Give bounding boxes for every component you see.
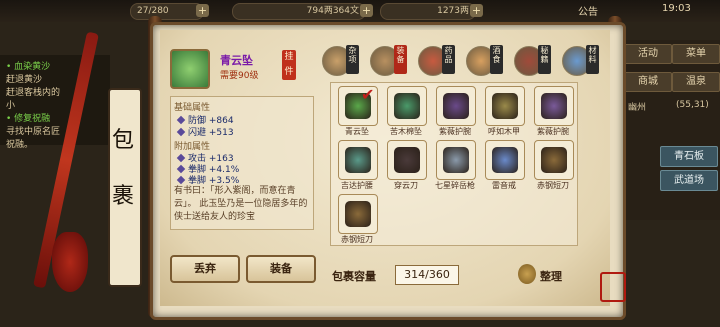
base-stat-dodge: 闪避 +513: [176, 125, 234, 138]
bag-icon: [518, 264, 536, 284]
capacity-label: 包裹容量: [332, 270, 376, 283]
selected-item-name: 青云坠: [220, 54, 253, 67]
inventory-slot[interactable]: [436, 140, 476, 180]
item-name-label: 青云坠: [345, 127, 369, 136]
location-name: 幽州: [628, 103, 647, 113]
item-icon: [443, 147, 469, 173]
item-icon: [492, 147, 518, 173]
inventory-slot[interactable]: [485, 140, 525, 180]
stat-bullet-icon: [176, 164, 186, 174]
item-name-label: 赤钢短刀: [341, 235, 373, 244]
inventory-slot[interactable]: [338, 140, 378, 180]
category-tab[interactable]: 药品: [442, 45, 455, 74]
item-description: 有书曰：「形入紫阁，而意在青云」。 此玉坠乃是一位隐居多年的侠士送给友人的珍宝: [174, 186, 308, 222]
item-name-label: 吉达护腰: [341, 181, 373, 190]
quest-line: 祝融。: [6, 140, 34, 150]
item-icon: [345, 201, 371, 227]
inventory-slot[interactable]: [387, 86, 427, 126]
drop-button[interactable]: 丢弃: [170, 255, 240, 283]
category-tab[interactable]: 材料: [586, 45, 599, 74]
quest-line: 寻找中原名匠: [6, 127, 61, 137]
category-tab[interactable]: 秘籍: [538, 45, 551, 74]
stat-bullet-icon: [176, 127, 186, 137]
item-icon: [541, 93, 567, 119]
item-name-label: 赤钢短刀: [537, 181, 569, 190]
selected-item-requirement: 需要90级: [220, 71, 259, 81]
title-char-1: 包: [111, 128, 134, 153]
category-tab[interactable]: 装备: [394, 45, 407, 74]
inventory-slot[interactable]: [436, 86, 476, 126]
inventory-slot[interactable]: ✔: [338, 85, 378, 126]
inventory-slot[interactable]: [338, 194, 378, 234]
currency-display: 794两364文: [232, 3, 366, 20]
stat-bullet-icon: [176, 115, 186, 125]
shop-button[interactable]: 商城: [624, 72, 672, 92]
quest-line: • 修复祝融: [6, 114, 51, 124]
item-name-label: 七星碎岳枪: [435, 181, 475, 190]
item-name-label: 苦木棉坠: [390, 127, 422, 136]
location-coords: (55,31): [676, 100, 709, 110]
quest-tracker[interactable]: • 血染黄沙 赶退黄沙 赶退客栈内的小 • 修复祝融 寻找中原名匠 祝融。: [0, 55, 110, 150]
item-name-label: 雷音戒: [492, 181, 516, 190]
menu-button[interactable]: 菜单: [672, 44, 720, 64]
item-icon: [492, 93, 518, 119]
checkmark-icon: ✔: [361, 85, 375, 104]
clock: 19:03: [662, 3, 691, 14]
quest-line: 赶退客栈内的: [6, 88, 61, 98]
skill-stone-button[interactable]: 青石板: [660, 146, 718, 167]
capacity-value: 314/360: [395, 265, 459, 285]
item-name-label: 穿云刀: [394, 181, 418, 190]
item-name-label: 紫薇护腕: [439, 127, 471, 136]
currency-add-button[interactable]: +: [360, 4, 373, 17]
equip-button[interactable]: 装备: [246, 255, 316, 283]
currency-value: 794两364文: [306, 6, 359, 16]
inventory-slot[interactable]: [534, 86, 574, 126]
item-icon: [394, 147, 420, 173]
item-icon: [443, 93, 469, 119]
base-attr-label: 基础属性: [174, 103, 211, 113]
title-char-2: 裹: [111, 184, 134, 209]
inventory-slot[interactable]: [387, 140, 427, 180]
quest-line: 小: [6, 101, 16, 111]
inventory-slot[interactable]: [534, 140, 574, 180]
item-icon: [345, 147, 371, 173]
stamina-add-button[interactable]: +: [196, 4, 209, 17]
category-tab[interactable]: 杂项: [346, 45, 359, 74]
stat-bullet-icon: [176, 153, 186, 163]
red-seal-icon: [600, 272, 626, 302]
item-type-badge-label: 挂件: [284, 52, 294, 77]
right-nav-panel: [620, 40, 720, 220]
item-icon: [541, 147, 567, 173]
sort-button[interactable]: 整理: [540, 268, 562, 284]
tassel-end: [52, 232, 88, 292]
skill-martial-button[interactable]: 武道场: [660, 170, 718, 191]
hotspring-button[interactable]: 温泉: [672, 72, 720, 92]
notice-button[interactable]: 公告: [578, 3, 598, 18]
item-type-badge: 挂件: [282, 50, 296, 80]
item-icon: [394, 93, 420, 119]
stat-text: 闪避 +513: [188, 128, 234, 138]
item-name-label: 紫薇护腕: [537, 127, 569, 136]
category-tab[interactable]: 酒食: [490, 45, 503, 74]
stat-bullet-icon: [176, 175, 186, 185]
activity-button[interactable]: 活动: [624, 44, 672, 64]
stamina-display: 27/280: [130, 3, 204, 20]
item-name-label: 呼如木甲: [488, 127, 520, 136]
selected-item-icon: [170, 49, 210, 89]
inventory-slot[interactable]: [485, 86, 525, 126]
gold-value: 1273两: [437, 6, 469, 16]
gold-add-button[interactable]: +: [470, 4, 483, 17]
gold-display: 1273两: [380, 3, 476, 20]
stamina-value: 27/280: [137, 6, 169, 16]
